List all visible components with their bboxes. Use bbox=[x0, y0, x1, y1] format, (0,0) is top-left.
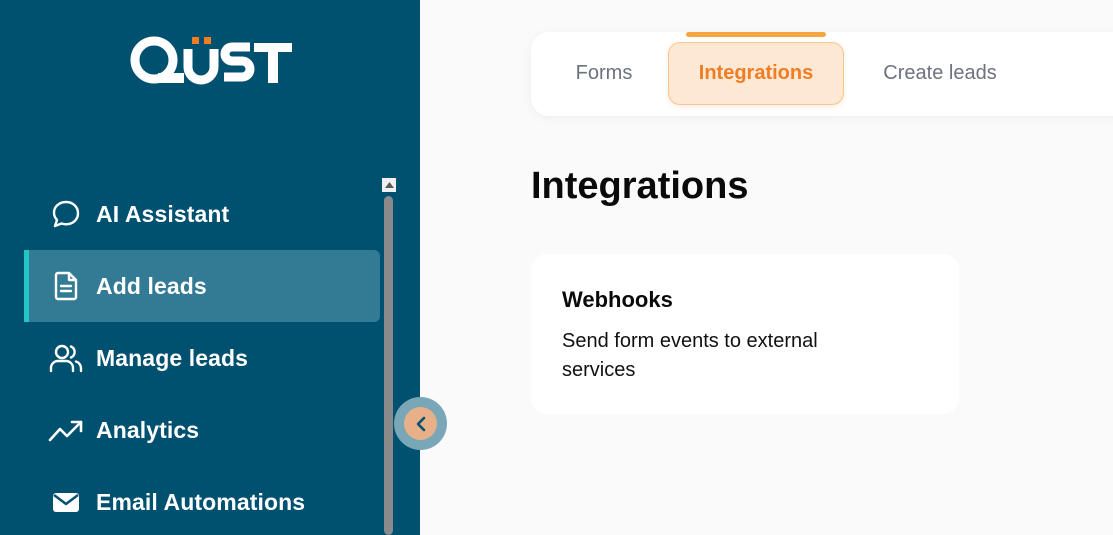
sidebar-item-label: Manage leads bbox=[96, 344, 249, 371]
sidebar-item-manage-leads[interactable]: Manage leads bbox=[24, 322, 380, 394]
integration-card-webhooks[interactable]: Webhooks Send form events to external se… bbox=[531, 254, 959, 414]
sidebar-item-email-automations[interactable]: Email Automations bbox=[24, 466, 380, 535]
envelope-icon bbox=[48, 484, 84, 520]
trending-up-icon bbox=[48, 412, 84, 448]
tab-integrations[interactable]: Integrations bbox=[668, 42, 844, 105]
sidebar-item-label: Add leads bbox=[96, 272, 207, 299]
chevron-left-icon bbox=[416, 416, 425, 431]
sidebar-scrollbar[interactable] bbox=[381, 178, 397, 535]
card-description: Send form events to external services bbox=[562, 330, 818, 381]
document-icon bbox=[48, 268, 84, 304]
page-title: Integrations bbox=[531, 165, 749, 207]
sidebar-item-add-leads[interactable]: Add leads bbox=[24, 250, 380, 322]
scroll-up-icon[interactable] bbox=[382, 178, 396, 192]
sidebar: AI Assistant Add leads Manage leads Anal… bbox=[0, 0, 420, 535]
sidebar-item-label: AI Assistant bbox=[96, 200, 230, 227]
sidebar-item-analytics[interactable]: Analytics bbox=[24, 394, 380, 466]
sidebar-item-label: Analytics bbox=[96, 416, 200, 443]
active-tab-indicator bbox=[686, 32, 826, 37]
card-title: Webhooks bbox=[562, 287, 673, 312]
scroll-thumb[interactable] bbox=[384, 196, 393, 535]
sidebar-item-label: Email Automations bbox=[96, 488, 306, 515]
sidebar-item-ai-assistant[interactable]: AI Assistant bbox=[24, 178, 380, 250]
qust-logo bbox=[130, 36, 292, 85]
users-icon bbox=[48, 340, 84, 376]
tab-forms[interactable]: Forms bbox=[548, 42, 660, 105]
chat-bubble-icon bbox=[48, 196, 84, 232]
sidebar-collapse-button[interactable] bbox=[394, 397, 447, 450]
tab-create-leads[interactable]: Create leads bbox=[860, 42, 1020, 105]
